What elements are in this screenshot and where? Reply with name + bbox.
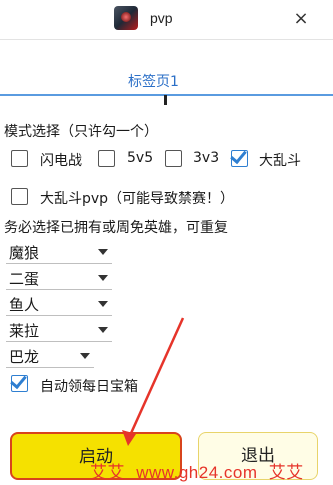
checkbox-5v5[interactable] [98, 150, 115, 167]
mode-heading: 模式选择（只许勾一个） [4, 124, 158, 140]
checkbox-lightning-label: 闪电战 [40, 153, 82, 169]
hero-select-5-value: 巴龙 [9, 348, 40, 366]
hero-notice: 务必选择已拥有或周免英雄，可重复 [4, 220, 228, 236]
chevron-down-icon [98, 301, 108, 307]
checkbox-lightning[interactable] [11, 150, 28, 167]
checkbox-3v3[interactable] [165, 150, 182, 167]
hero-select-1[interactable]: 魔狼 [6, 240, 112, 264]
app-icon [114, 6, 138, 30]
checkbox-brawl-label: 大乱斗 [259, 153, 301, 169]
title-bar: pvp × [0, 0, 333, 40]
checkbox-brawl-pvp[interactable] [11, 188, 28, 205]
watermark: 艾艾 www.gh24.com 艾艾 [90, 458, 304, 483]
hero-select-2-value: 二蛋 [9, 270, 40, 288]
watermark-url: www.gh24.com [136, 463, 258, 482]
checkbox-brawl[interactable] [231, 150, 248, 167]
chevron-down-icon [98, 327, 108, 333]
tab-indicator [164, 95, 167, 105]
hero-select-5[interactable]: 巴龙 [6, 344, 94, 368]
hero-select-1-value: 魔狼 [9, 244, 40, 262]
checkbox-5v5-label: 5v5 [127, 150, 154, 166]
watermark-suffix: 艾艾 [268, 463, 304, 482]
window-title: pvp [150, 10, 173, 26]
chevron-down-icon [98, 275, 108, 281]
chevron-down-icon [80, 353, 90, 359]
checkbox-daily-chest-label: 自动领每日宝箱 [40, 379, 138, 395]
hero-select-3[interactable]: 鱼人 [6, 292, 112, 316]
hero-select-2[interactable]: 二蛋 [6, 266, 112, 290]
tab-1[interactable]: 标签页1 [128, 71, 179, 91]
chevron-down-icon [98, 249, 108, 255]
close-icon[interactable]: × [290, 8, 312, 30]
checkbox-brawl-pvp-label: 大乱斗pvp（可能导致禁赛！） [40, 191, 235, 207]
hero-select-4[interactable]: 莱拉 [6, 318, 112, 342]
watermark-prefix: 艾艾 [90, 463, 125, 482]
hero-select-3-value: 鱼人 [9, 296, 40, 314]
checkbox-3v3-label: 3v3 [193, 150, 220, 166]
hero-select-4-value: 莱拉 [9, 322, 40, 340]
checkbox-daily-chest[interactable] [11, 375, 28, 392]
